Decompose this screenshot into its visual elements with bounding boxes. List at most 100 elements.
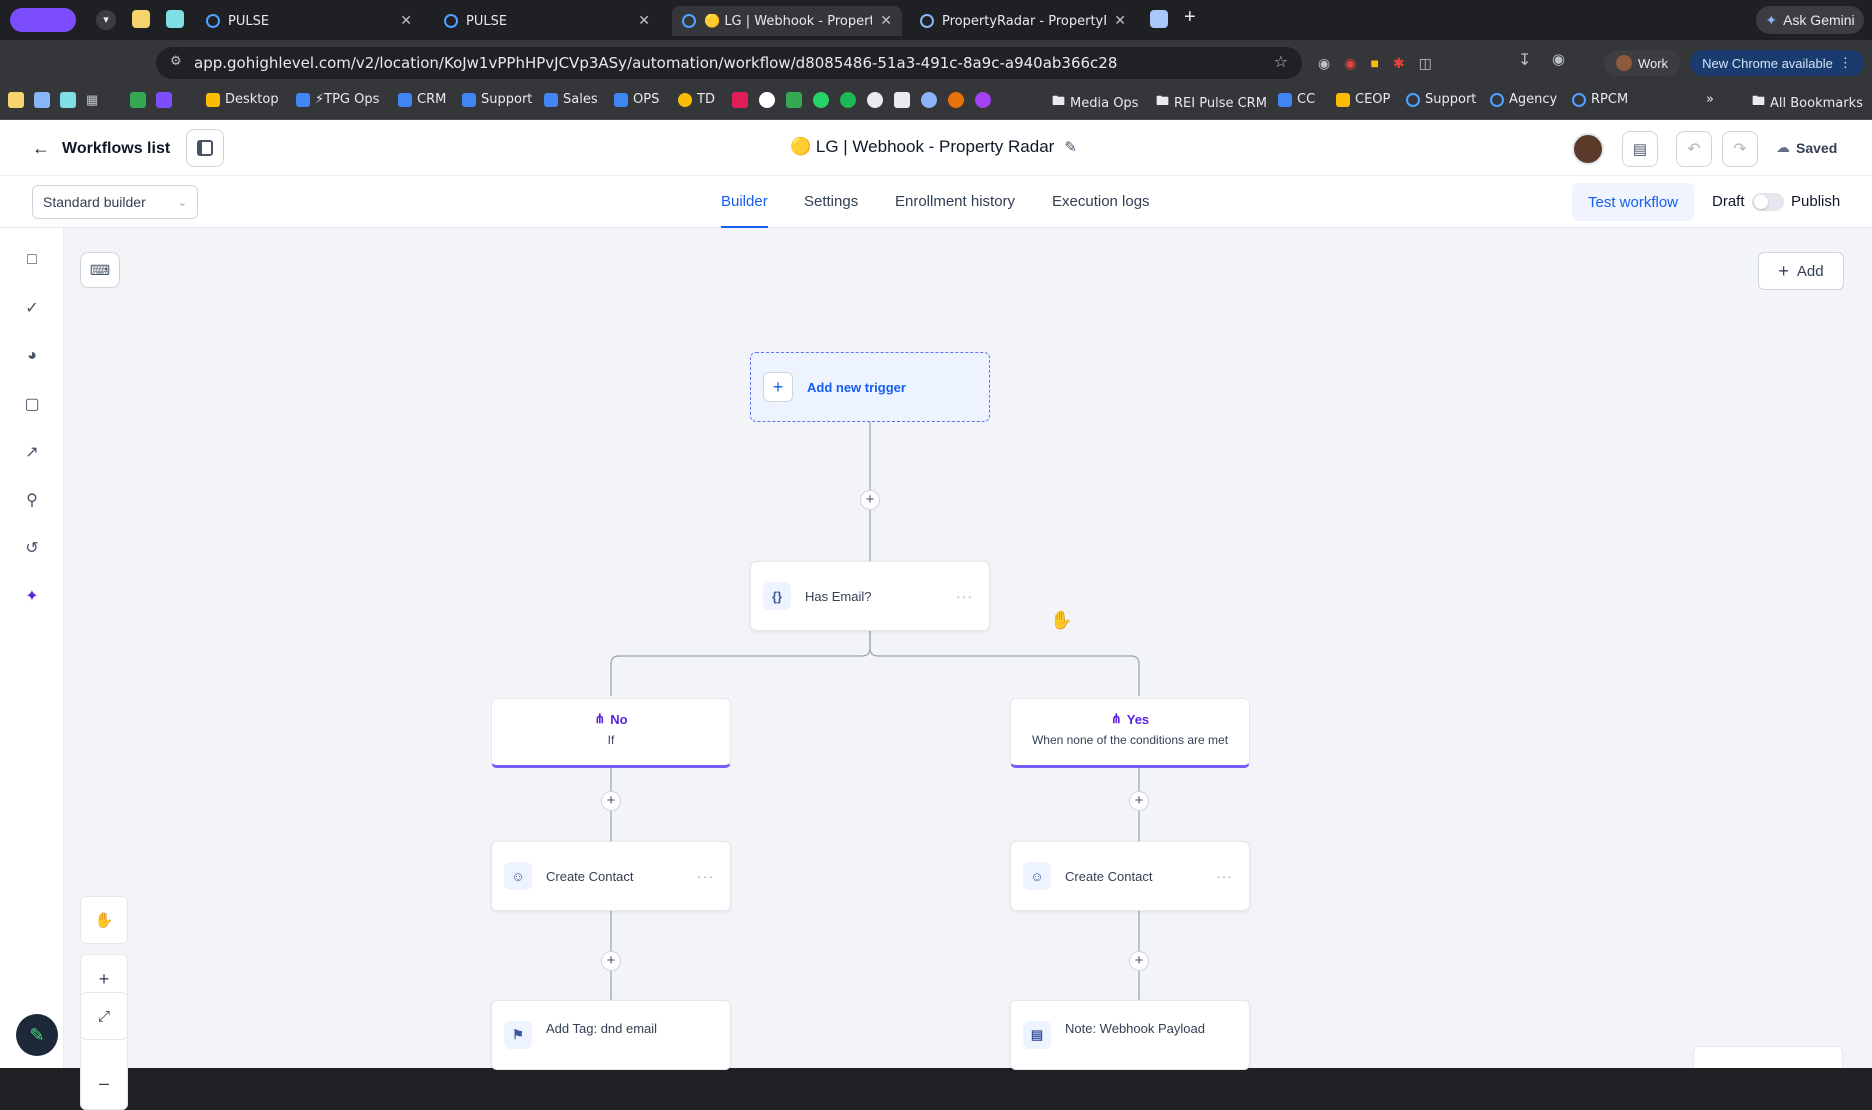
more-options-icon[interactable]: ···: [697, 868, 714, 884]
meet-icon[interactable]: [786, 92, 802, 108]
branch-yes[interactable]: ⋔ Yes When none of the conditions are met: [1010, 698, 1250, 768]
tab-settings[interactable]: Settings: [804, 193, 858, 210]
pinned-tab-icon[interactable]: [132, 10, 150, 28]
ai-sparkle-icon[interactable]: ✦: [20, 584, 44, 608]
action-node[interactable]: ⚑ Add Tag: dnd email: [491, 1000, 731, 1070]
bookmark-item[interactable]: OPS: [614, 92, 659, 107]
download-icon[interactable]: ↧: [1518, 50, 1531, 70]
bookmark-icon[interactable]: [975, 92, 991, 108]
workflow-canvas[interactable]: ⌨ + Add + Add new trigger + {} Has Email…: [64, 228, 1872, 1110]
tab-search-icon[interactable]: ▾: [96, 10, 116, 30]
branch-no[interactable]: ⋔ No If: [491, 698, 731, 768]
add-step-button[interactable]: +: [601, 791, 621, 811]
bookmark-item[interactable]: Desktop: [206, 92, 279, 107]
ask-gemini-button[interactable]: ✦ Ask Gemini: [1756, 6, 1864, 34]
more-options-icon[interactable]: ···: [956, 588, 973, 604]
tab-execution-logs[interactable]: Execution logs: [1052, 193, 1150, 210]
bookmark-icon[interactable]: [948, 92, 964, 108]
pinned-tab-icon[interactable]: [1150, 10, 1168, 28]
undo-icon[interactable]: ↶: [1676, 131, 1712, 167]
extension-icon[interactable]: ■: [1370, 55, 1378, 71]
close-icon[interactable]: ✕: [1114, 13, 1126, 29]
zoom-out-button[interactable]: –: [80, 1058, 128, 1108]
sidebar-toggle-button[interactable]: [186, 129, 224, 167]
bookmark-icon[interactable]: [156, 92, 172, 108]
star-icon[interactable]: ☆: [1274, 52, 1288, 71]
add-button[interactable]: + Add: [1758, 252, 1844, 290]
spotify-icon[interactable]: [840, 92, 856, 108]
check-circle-icon[interactable]: ✓: [20, 296, 44, 320]
bookmark-item[interactable]: CEOP: [1336, 92, 1390, 107]
publish-toggle[interactable]: [1752, 193, 1784, 211]
bookmark-folder[interactable]: 🖿 REI Pulse CRM: [1156, 92, 1267, 114]
condition-node[interactable]: {} Has Email? ···: [750, 561, 990, 631]
pan-mode-button[interactable]: ✋: [80, 896, 128, 944]
bookmark-item[interactable]: Agency: [1490, 92, 1557, 107]
incognito-icon[interactable]: ◉: [1552, 50, 1565, 68]
address-bar[interactable]: ⚙ app.gohighlevel.com/v2/location/KoJw1v…: [156, 47, 1302, 79]
test-workflow-button[interactable]: Test workflow: [1572, 183, 1694, 221]
bookmark-folder[interactable]: 🖿 Media Ops: [1052, 92, 1138, 114]
bookmark-icon[interactable]: [60, 92, 76, 108]
google-icon[interactable]: [759, 92, 775, 108]
minimap[interactable]: [1693, 1046, 1843, 1068]
keyboard-shortcuts-icon[interactable]: ⌨: [80, 252, 120, 288]
profile-chip[interactable]: Work: [1604, 50, 1680, 76]
pencil-icon[interactable]: ✎: [1064, 138, 1077, 156]
action-node[interactable]: ▤ Note: Webhook Payload: [1010, 1000, 1250, 1070]
bookmark-item[interactable]: CC: [1278, 92, 1315, 107]
bookmark-item[interactable]: CRM: [398, 92, 446, 107]
chrome-update-button[interactable]: New Chrome available ⋮: [1690, 50, 1864, 76]
browser-tab[interactable]: PULSE ✕: [196, 6, 422, 36]
apps-grid-icon[interactable]: ▦: [86, 92, 102, 108]
whatsapp-icon[interactable]: [813, 92, 829, 108]
bookmark-icon[interactable]: [921, 92, 937, 108]
bookmark-icon[interactable]: [34, 92, 50, 108]
builder-select[interactable]: Standard builder ⌄: [32, 185, 198, 219]
add-step-button[interactable]: +: [601, 951, 621, 971]
action-node[interactable]: ☺ Create Contact ···: [1010, 841, 1250, 911]
back-to-workflows[interactable]: ← Workflows list: [32, 138, 170, 159]
browser-tab[interactable]: PropertyRadar - PropertyRad ✕: [910, 6, 1136, 36]
bookmarks-overflow-icon[interactable]: »: [1706, 92, 1714, 107]
tab-builder[interactable]: Builder: [721, 176, 768, 228]
extension-icon[interactable]: ✱: [1393, 55, 1405, 72]
extensions-puzzle-icon[interactable]: ◫: [1419, 55, 1432, 72]
add-step-button[interactable]: +: [1129, 951, 1149, 971]
tab-group-pill[interactable]: [10, 8, 76, 32]
pinned-tab-icon[interactable]: [166, 10, 184, 28]
extension-icon[interactable]: ◉: [1344, 55, 1356, 72]
bookmark-item[interactable]: Sales: [544, 92, 598, 107]
close-icon[interactable]: ✕: [400, 13, 412, 29]
bookmark-item[interactable]: RPCM: [1572, 92, 1628, 107]
comment-icon[interactable]: □: [20, 248, 44, 272]
external-link-icon[interactable]: ↗: [20, 440, 44, 464]
bookmark-icon[interactable]: [8, 92, 24, 108]
fit-view-button[interactable]: ⤢: [80, 992, 128, 1040]
add-step-button[interactable]: +: [860, 490, 880, 510]
browser-tab[interactable]: PULSE ✕: [434, 6, 660, 36]
pie-chart-icon[interactable]: ◕: [20, 344, 44, 368]
new-tab-icon[interactable]: +: [1184, 6, 1196, 29]
extension-icon[interactable]: ◉: [1318, 55, 1330, 72]
redo-icon[interactable]: ↷: [1722, 131, 1758, 167]
site-info-icon[interactable]: ⚙: [170, 54, 182, 69]
sheets-icon[interactable]: [130, 92, 146, 108]
file-icon[interactable]: ▢: [20, 392, 44, 416]
edit-fab[interactable]: ✎: [16, 1014, 58, 1056]
bookmark-item[interactable]: ⚡TPG Ops: [296, 92, 379, 107]
close-icon[interactable]: ✕: [638, 13, 650, 29]
notes-icon[interactable]: ▤: [1622, 131, 1658, 167]
add-trigger-node[interactable]: + Add new trigger: [750, 352, 990, 422]
bookmark-icon[interactable]: [867, 92, 883, 108]
bookmark-item[interactable]: Support: [462, 92, 532, 107]
avatar[interactable]: [1572, 133, 1604, 165]
bookmark-item[interactable]: TD: [678, 92, 715, 107]
bookmark-icon[interactable]: [894, 92, 910, 108]
all-bookmarks[interactable]: 🖿 All Bookmarks: [1752, 92, 1863, 114]
add-step-button[interactable]: +: [1129, 791, 1149, 811]
action-node[interactable]: ☺ Create Contact ···: [491, 841, 731, 911]
search-icon[interactable]: ⚲: [20, 488, 44, 512]
history-icon[interactable]: ↺: [20, 536, 44, 560]
more-options-icon[interactable]: ···: [1216, 868, 1233, 884]
